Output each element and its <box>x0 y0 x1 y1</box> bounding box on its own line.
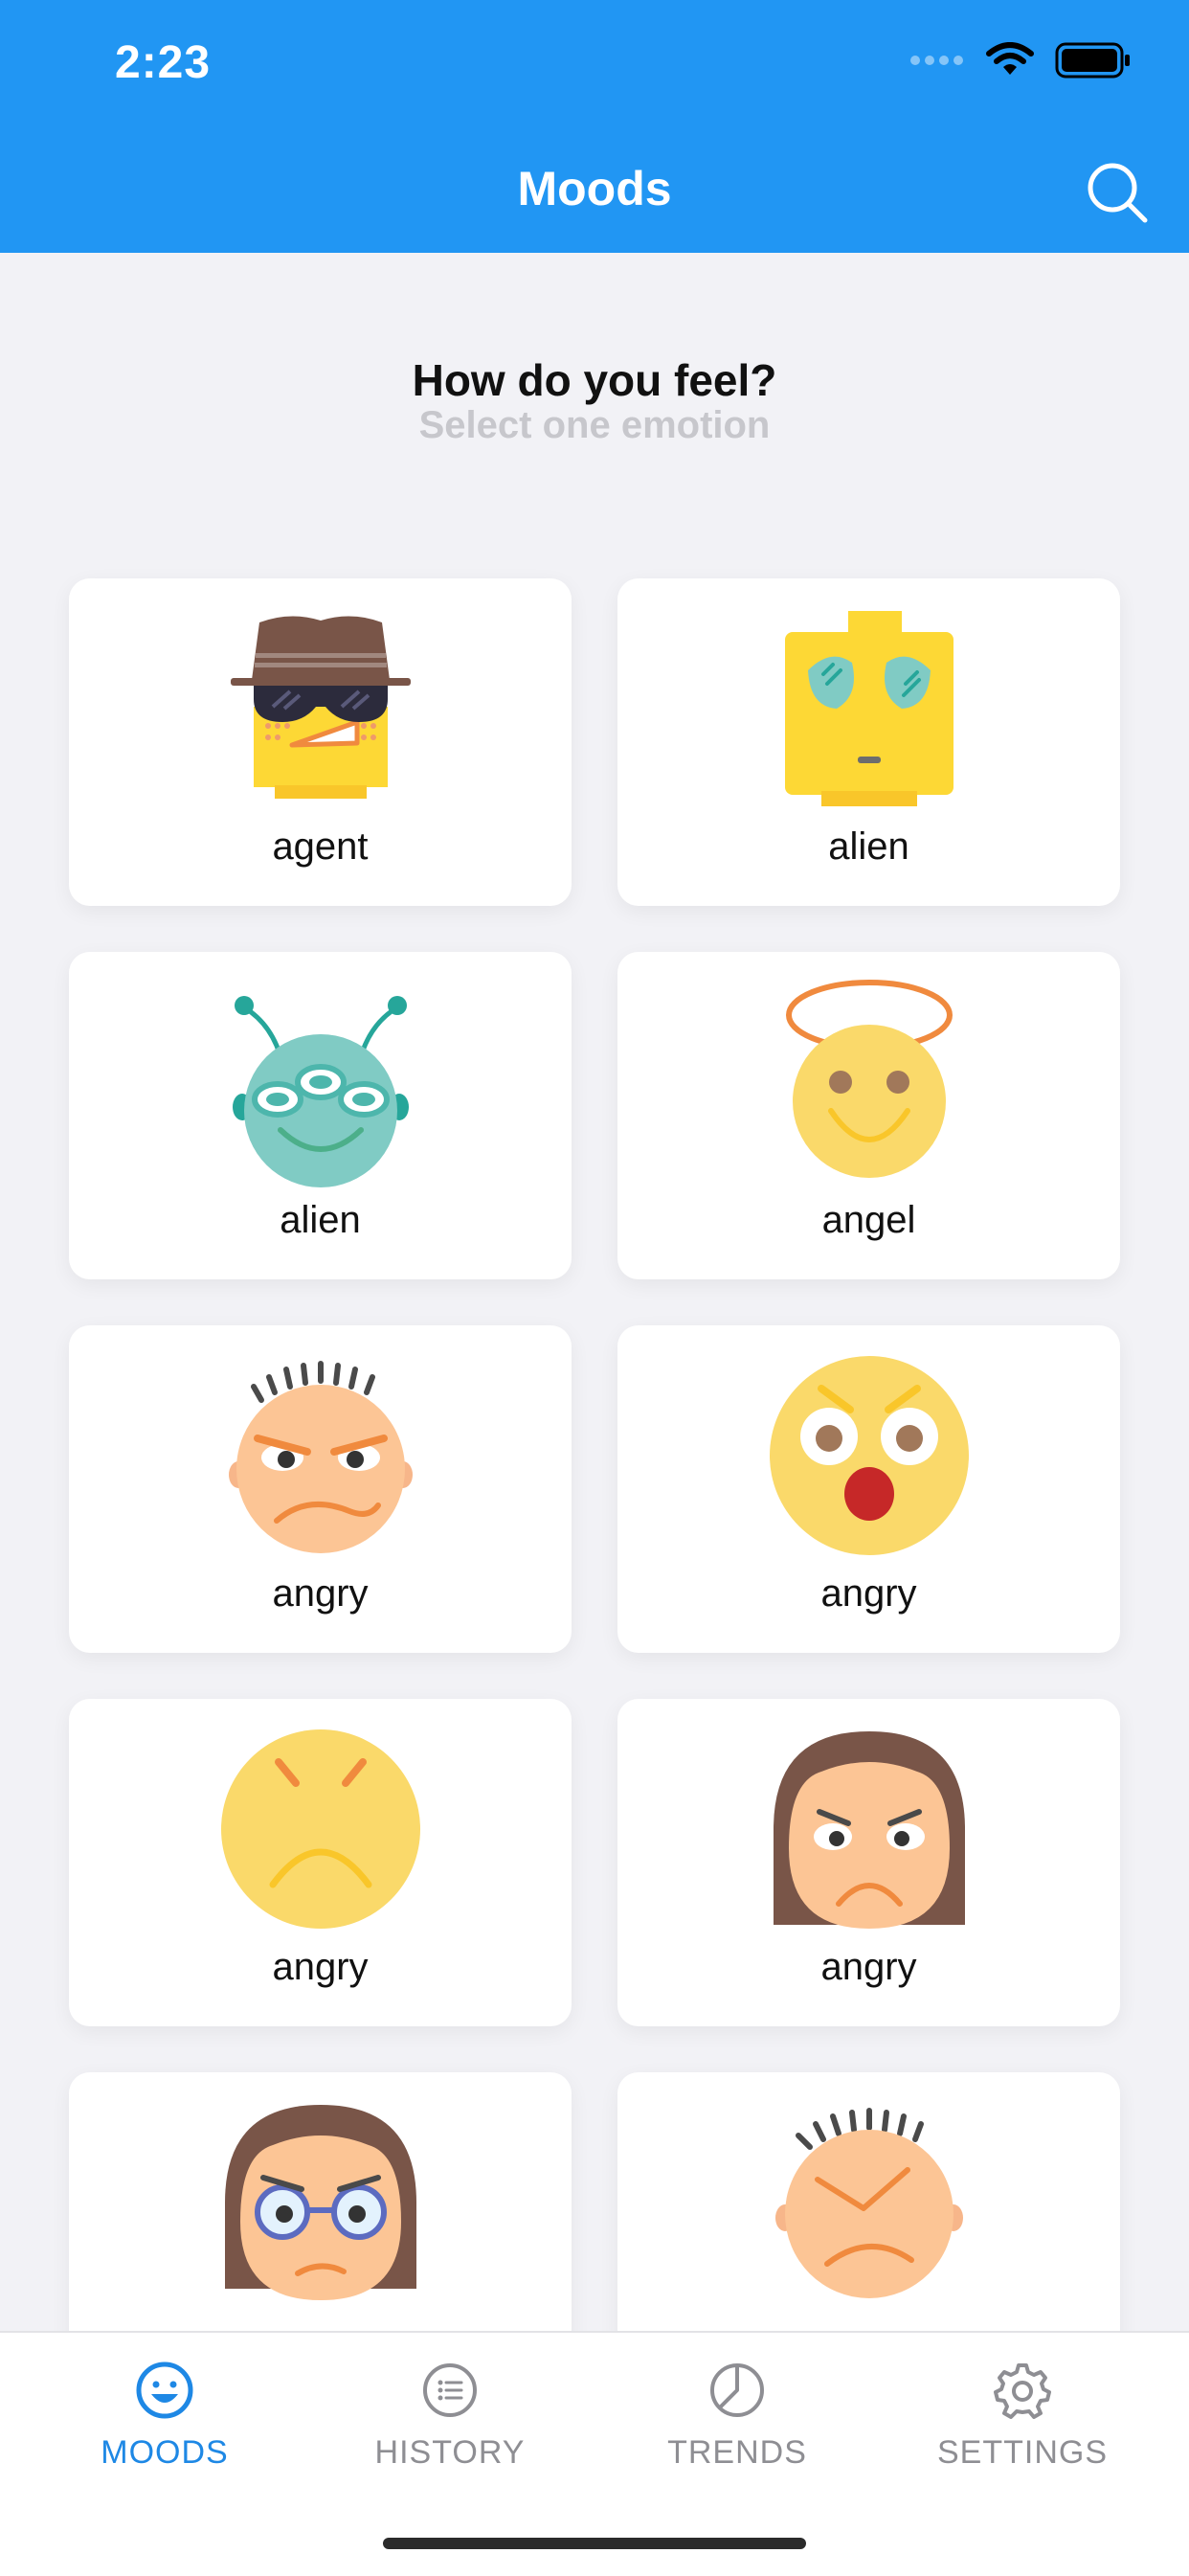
tab-label: SETTINGS <box>936 2434 1109 2471</box>
alien-robot-icon <box>784 611 953 806</box>
mood-prompt: How do you feel? Select one emotion <box>0 354 1189 447</box>
angry-boy-icon <box>228 1361 413 1553</box>
alien-three-eyes-icon <box>232 996 409 1187</box>
tab-history[interactable]: HISTORY <box>306 2360 594 2472</box>
angel-icon <box>785 980 953 1178</box>
signal-icon <box>910 56 963 65</box>
angry-shocked-icon <box>769 1356 969 1555</box>
mood-label: angry <box>272 1946 369 1988</box>
mood-label: alien <box>280 1199 361 1241</box>
status-time: 2:23 <box>115 37 212 88</box>
mood-card-agent[interactable]: agent <box>69 578 572 906</box>
search-icon[interactable] <box>1082 157 1151 226</box>
mood-card-angry[interactable]: angry <box>617 1325 1120 1653</box>
list-icon <box>423 2363 477 2417</box>
app-header: 2:23 Moods <box>0 0 1189 253</box>
agent-icon <box>230 616 411 799</box>
smiley-icon <box>136 2361 193 2419</box>
tab-label: TRENDS <box>667 2434 807 2471</box>
gear-icon <box>994 2363 1051 2419</box>
battery-icon <box>1055 42 1130 79</box>
angry-girl-icon <box>773 1731 965 1929</box>
mood-label: alien <box>828 825 909 868</box>
tab-moods[interactable]: MOODS <box>21 2360 308 2472</box>
tab-label: MOODS <box>101 2434 229 2471</box>
prompt-subtitle: Select one emotion <box>418 404 771 446</box>
tab-trends[interactable]: TRENDS <box>594 2360 881 2472</box>
home-indicator[interactable] <box>383 2538 806 2549</box>
wifi-icon <box>986 42 1034 75</box>
mood-label: angry <box>820 1946 917 1988</box>
pie-chart-icon <box>710 2363 764 2417</box>
page-title: Moods <box>517 162 672 215</box>
mood-label: angel <box>821 1199 916 1241</box>
mood-card-angel[interactable]: angel <box>617 952 1120 1279</box>
mood-label: agent <box>272 825 369 868</box>
tab-settings[interactable]: SETTINGS <box>879 2360 1166 2472</box>
mood-card-angry[interactable]: angry <box>69 1699 572 2026</box>
tab-label: HISTORY <box>374 2434 526 2471</box>
mood-card-alien[interactable]: alien <box>617 578 1120 906</box>
mood-label: angry <box>820 1572 917 1615</box>
angry-glasses-girl-icon <box>224 2105 416 2300</box>
mood-card-alien[interactable]: alien <box>69 952 572 1279</box>
mood-card-angry[interactable]: angry <box>617 1699 1120 2026</box>
angry-boy-scowl-icon <box>774 2108 963 2298</box>
mood-grid: agent alien alien angel angry angry angr… <box>69 578 1120 2400</box>
mood-card-angry[interactable]: angry <box>69 1325 572 1653</box>
prompt-title: How do you feel? <box>412 355 777 405</box>
angry-frown-icon <box>220 1729 420 1929</box>
mood-label: angry <box>272 1572 369 1615</box>
status-icons <box>909 42 1132 79</box>
